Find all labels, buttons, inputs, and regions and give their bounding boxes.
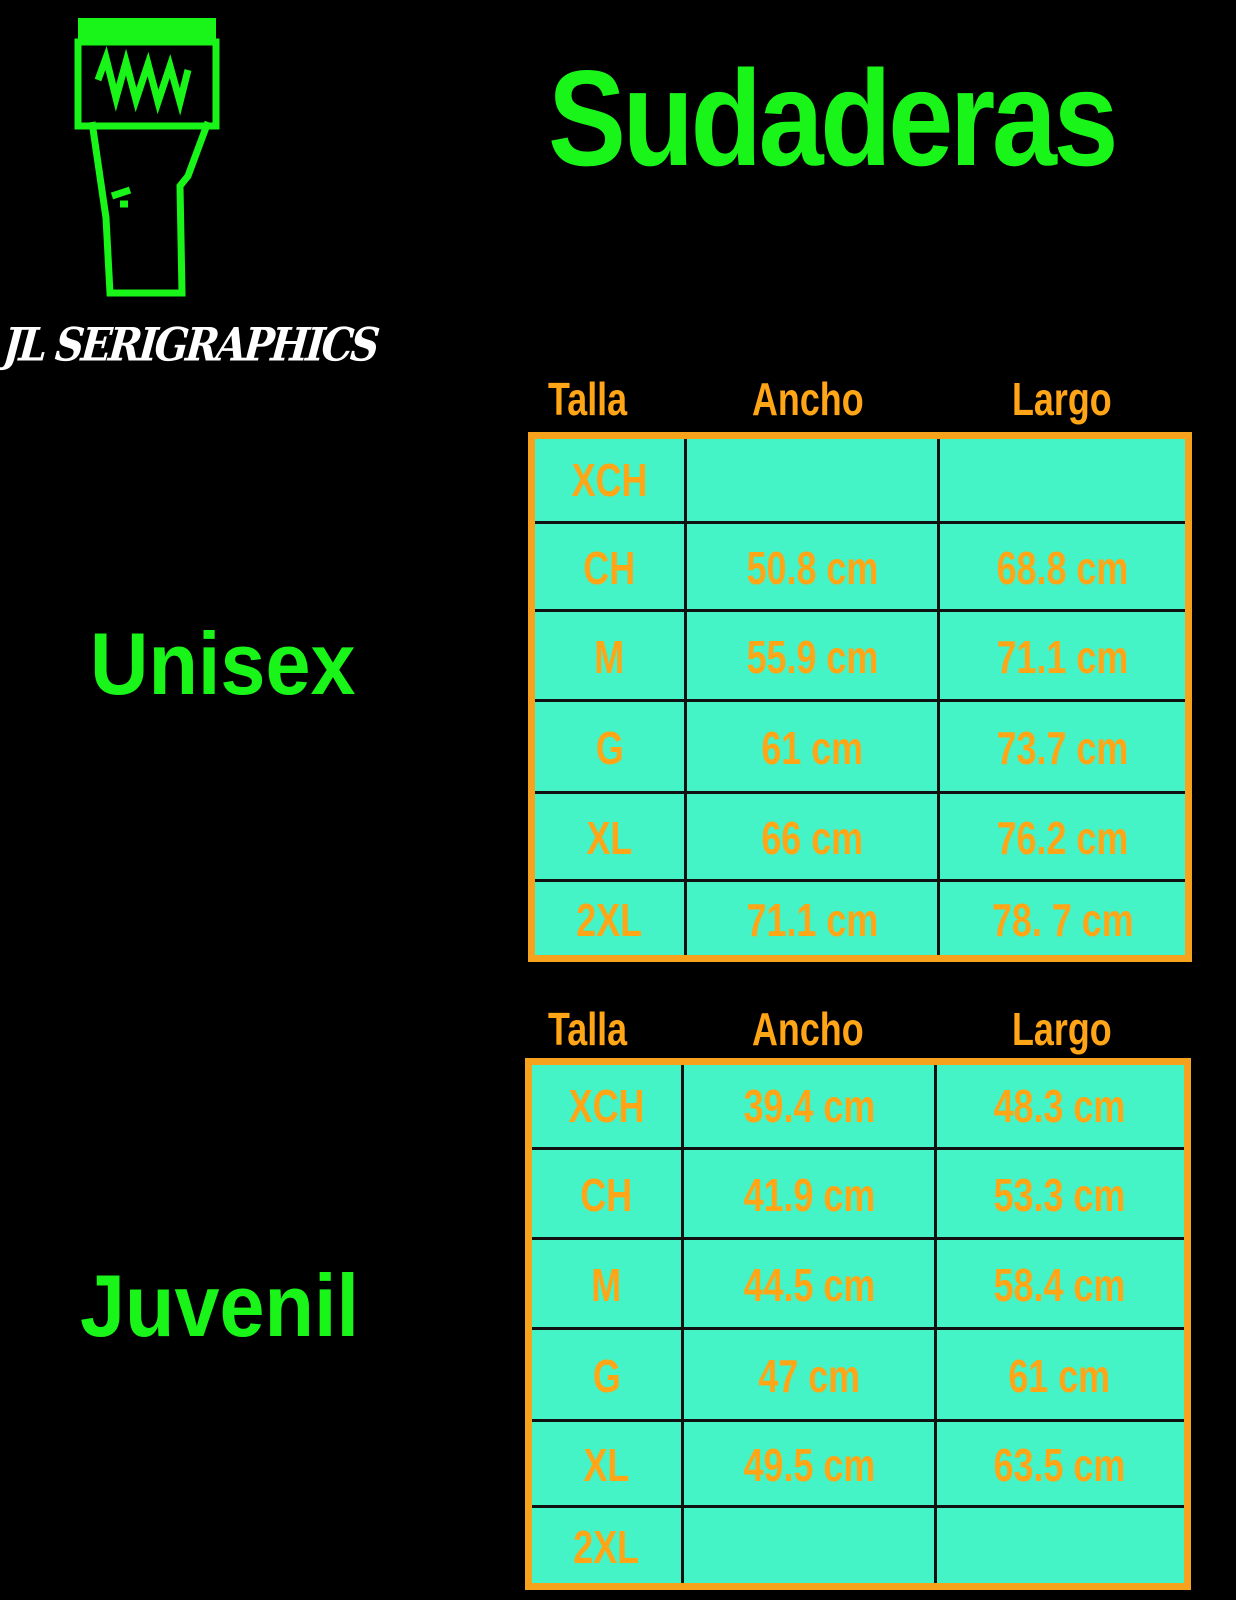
length-cell [937,1508,1182,1586]
table-row: XL 49.5 cm 63.5 cm [532,1419,1184,1508]
size-cell: 2XL [573,1521,640,1573]
length-cell: 71.1 cm [996,631,1129,683]
size-cell: M [591,1259,622,1311]
length-cell: 63.5 cm [993,1439,1126,1491]
width-cell: 55.9 cm [746,631,878,683]
length-cell [940,439,1185,521]
unisex-label: Unisex [90,614,356,713]
length-cell: 48.3 cm [993,1080,1126,1132]
size-cell: G [595,722,624,774]
width-cell: 61 cm [761,722,863,774]
length-cell: 68.8 cm [996,542,1129,594]
table-row: CH 41.9 cm 53.3 cm [532,1147,1184,1240]
table-row: XL 66 cm 76.2 cm [535,791,1185,882]
length-cell: 73.7 cm [996,722,1129,774]
juvenil-header-size: Talla [548,1003,628,1055]
size-cell: G [592,1350,621,1402]
length-cell: 58.4 cm [993,1259,1126,1311]
size-cell: CH [580,1169,633,1221]
size-cell: M [594,631,625,683]
width-cell: 50.8 cm [746,542,878,594]
length-cell: 53.3 cm [993,1169,1126,1221]
width-cell: 71.1 cm [746,894,878,946]
width-cell [684,1508,934,1586]
page-title: Sudaderas [548,42,1119,194]
width-cell: 39.4 cm [743,1080,875,1132]
juvenil-label: Juvenil [80,1256,359,1355]
table-row: M 44.5 cm 58.4 cm [532,1237,1184,1330]
size-cell: XCH [568,1080,645,1132]
width-cell: 44.5 cm [743,1259,875,1311]
juvenil-header-width: Ancho [752,1003,864,1055]
juvenil-size-table: XCH 39.4 cm 48.3 cm CH 41.9 cm 53.3 cm M… [525,1058,1191,1590]
width-cell [687,439,937,521]
brand-name: JL SERIGRAPHICS [1,318,380,373]
unisex-size-table: XCH CH 50.8 cm 68.8 cm M 55.9 cm 71.1 cm… [528,432,1192,962]
juvenil-header-length: Largo [1012,1003,1112,1055]
unisex-header-width: Ancho [752,373,864,425]
size-cell: XCH [571,454,648,506]
unisex-header-size: Talla [548,373,628,425]
length-cell: 76.2 cm [996,812,1129,864]
length-cell: 61 cm [1008,1350,1111,1402]
size-cell: 2XL [576,894,643,946]
size-cell: CH [583,542,636,594]
table-row: CH 50.8 cm 68.8 cm [535,521,1185,612]
table-row: XCH [535,439,1185,521]
table-row: 2XL 71.1 cm 78. 7 cm [535,879,1185,958]
size-cell: XL [586,812,633,864]
unisex-header-length: Largo [1012,373,1112,425]
table-row: XCH 39.4 cm 48.3 cm [532,1065,1184,1147]
table-row: G 61 cm 73.7 cm [535,699,1185,794]
table-row: 2XL [532,1505,1184,1586]
width-cell: 49.5 cm [743,1439,875,1491]
width-cell: 66 cm [761,812,863,864]
width-cell: 47 cm [758,1350,860,1402]
table-row: G 47 cm 61 cm [532,1327,1184,1422]
hand-squeegee-logo-icon [74,18,220,297]
length-cell: 78. 7 cm [991,894,1134,946]
width-cell: 41.9 cm [743,1169,875,1221]
size-cell: XL [583,1439,630,1491]
table-row: M 55.9 cm 71.1 cm [535,609,1185,702]
